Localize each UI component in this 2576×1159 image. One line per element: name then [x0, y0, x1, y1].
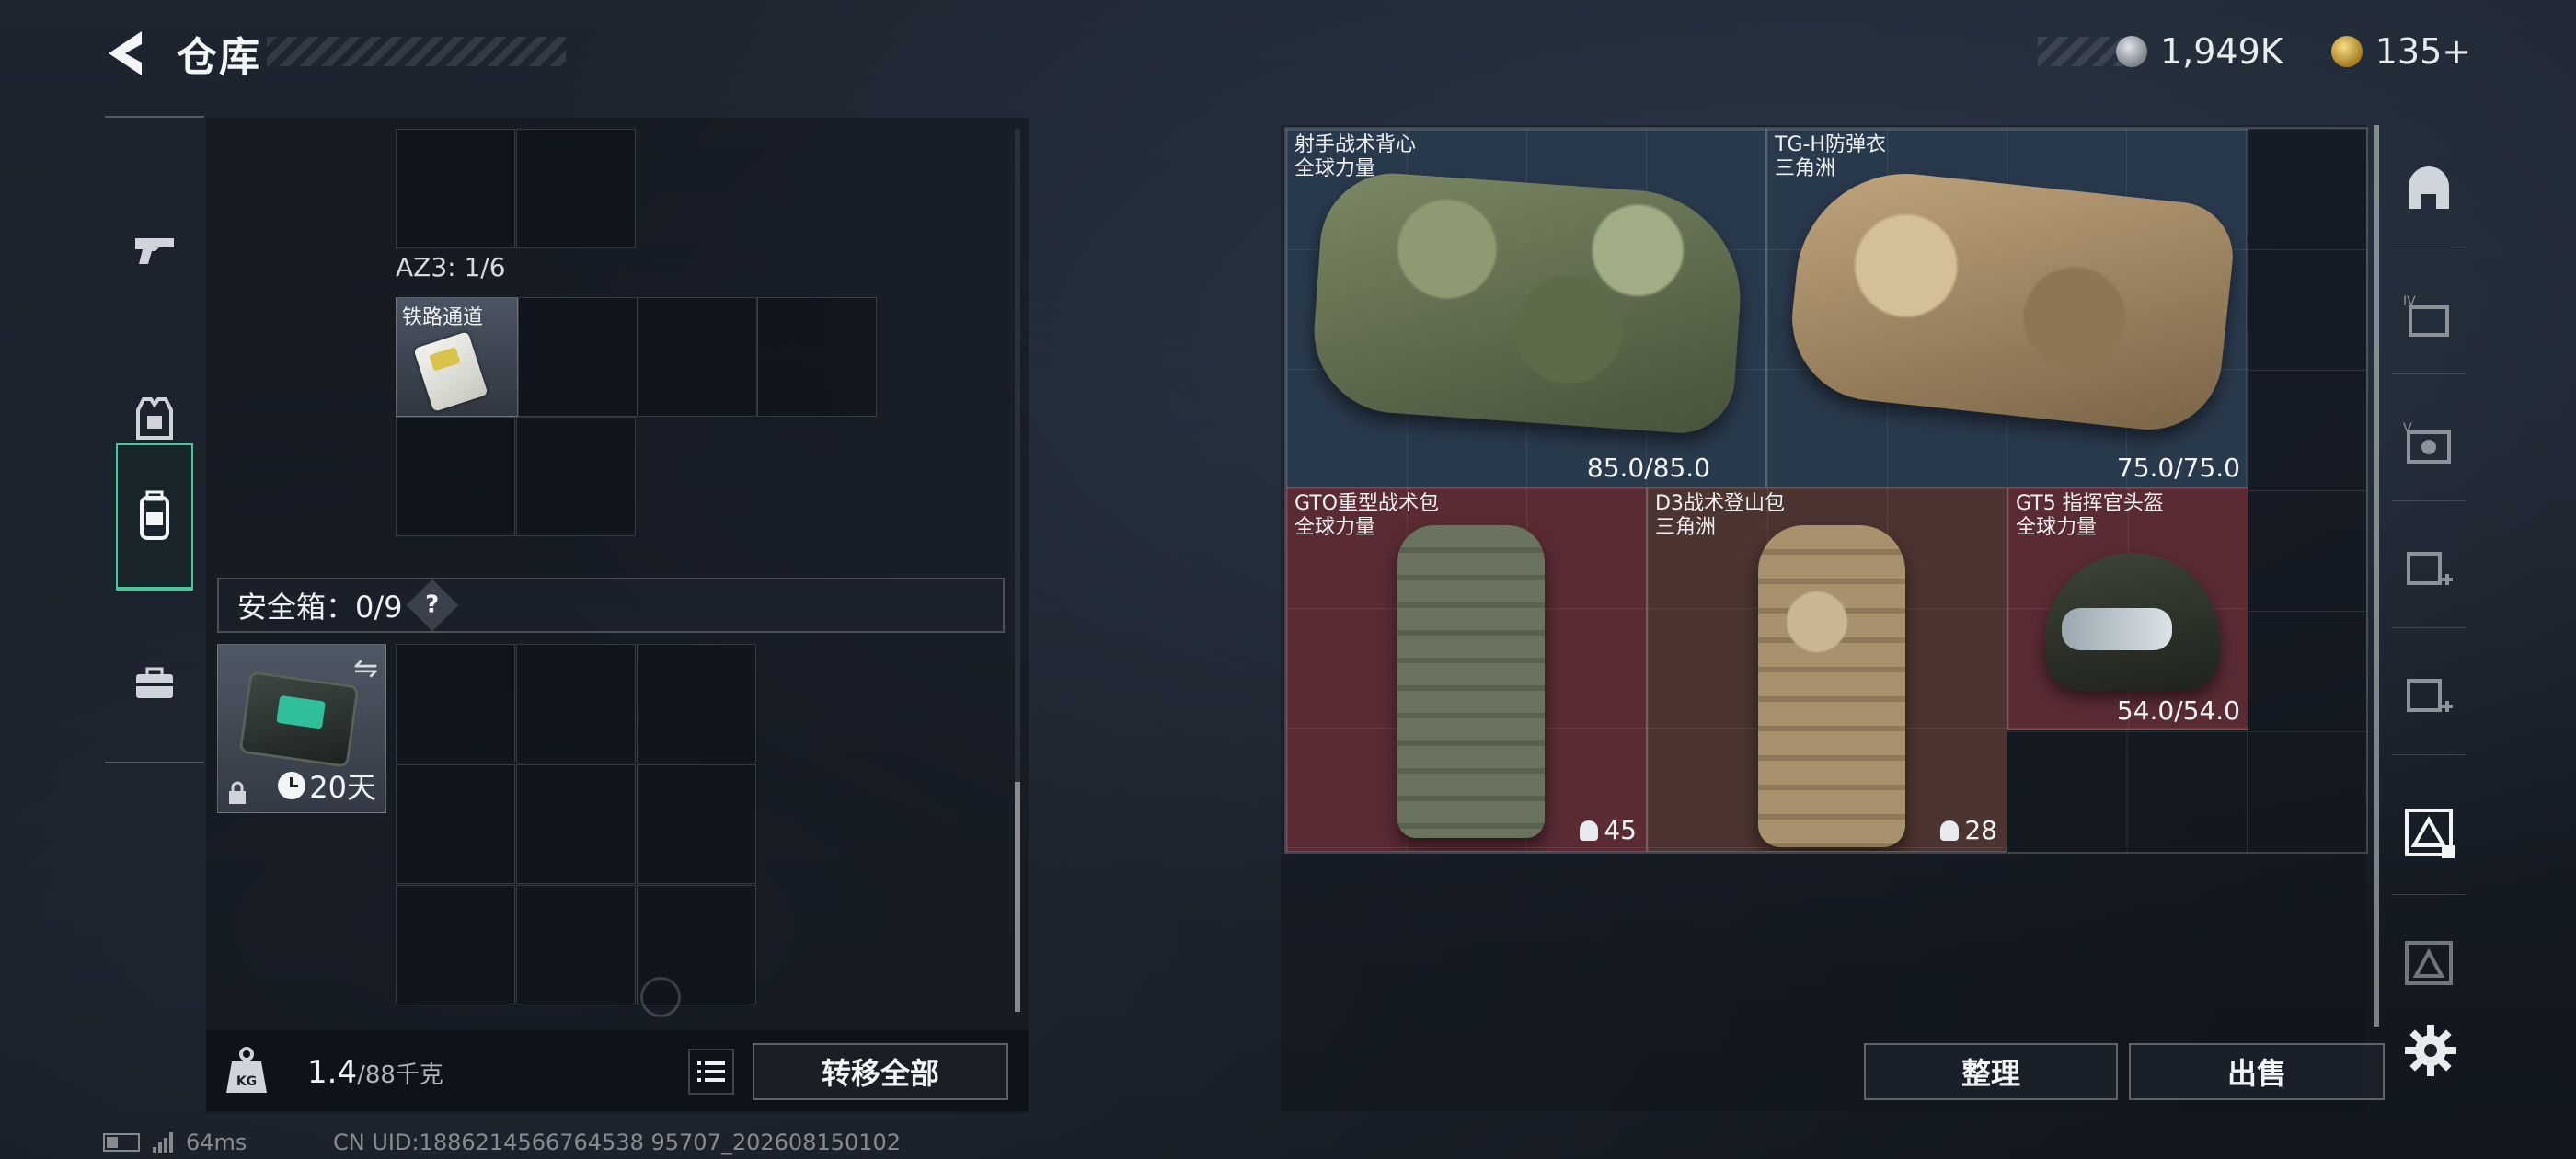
storage-scroll-thumb[interactable]	[1015, 782, 1020, 1012]
sort-button[interactable]: 整理	[1864, 1043, 2118, 1100]
grid-slot[interactable]	[637, 764, 756, 884]
lock-icon	[229, 781, 246, 804]
grid-slot[interactable]	[396, 129, 515, 248]
heavy-backpack-icon	[1397, 525, 1545, 838]
target-ring-icon	[640, 977, 681, 1017]
grid-slot[interactable]	[396, 764, 515, 884]
sidebar-item-chest-rig-slot[interactable]: V	[2392, 392, 2466, 493]
item-name: 射手战术背心 全球力量	[1294, 133, 1417, 180]
silver-coin-icon	[2116, 36, 2147, 67]
container-label: AZ3: 1/6	[396, 252, 506, 282]
pistol-icon	[135, 238, 174, 264]
weight-readout: 1.4/88千克	[307, 1054, 443, 1091]
capacity-icon	[1940, 820, 1960, 841]
equipment-item-vest[interactable]: 射手战术背心 全球力量 85.0/85.0	[1286, 129, 1766, 488]
status-bar: 64ms	[103, 1130, 247, 1155]
delta-case-icon	[2405, 941, 2453, 985]
grid-slot[interactable]	[516, 129, 636, 248]
item-durability: 75.0/75.0	[2116, 453, 2240, 483]
sidebar-item-delta-case-2[interactable]	[2392, 911, 2466, 1012]
backpack-icon	[140, 490, 169, 540]
currency-decoration	[2038, 37, 2122, 66]
silver-coin-amount: 1,949K	[2160, 31, 2283, 72]
keycard-icon	[413, 331, 489, 412]
item-name: GTO重型战术包 全球力量	[1294, 492, 1440, 539]
item-durability: 85.0/85.0	[1586, 453, 1710, 483]
item-capacity: 45	[1580, 815, 1637, 845]
delta-case-icon	[2405, 809, 2455, 858]
armor-vest-icon	[136, 397, 173, 440]
sidebar-item-weapons[interactable]	[105, 182, 204, 320]
chest-rig-slot-icon: V	[2403, 421, 2451, 464]
currency-bar: 1,949K 135+	[2116, 28, 2471, 75]
sidebar-item-add-slot-2[interactable]	[2392, 646, 2466, 747]
clock-icon	[278, 772, 306, 799]
safebox-timer: 20天	[278, 764, 376, 807]
safebox-label: 安全箱：0/9	[237, 590, 403, 625]
grid-slot[interactable]	[396, 417, 515, 536]
equipment-item-backpack-climbing[interactable]: D3战术登山包 三角洲 28	[1647, 488, 2007, 852]
svg-text:KG: KG	[236, 1074, 257, 1089]
grid-slot[interactable]	[757, 297, 877, 417]
tactical-vest-icon	[1308, 168, 1748, 437]
back-arrow-icon[interactable]	[101, 26, 156, 81]
uid-readout: CN UID:1886214566764538 95707_2026081501…	[333, 1130, 902, 1155]
body-armor-icon	[1784, 163, 2238, 437]
sidebar-item-armor-slot[interactable]: IV	[2392, 265, 2466, 366]
sidebar-item-backpack[interactable]	[116, 443, 193, 591]
grid-slot[interactable]	[516, 885, 636, 1004]
list-view-button[interactable]	[688, 1049, 734, 1095]
transfer-all-button[interactable]: 转移全部	[753, 1043, 1008, 1100]
add-slot-icon	[2407, 679, 2453, 712]
item-durability: 54.0/54.0	[2116, 695, 2240, 726]
grid-slot[interactable]	[638, 297, 757, 417]
armor-slot-icon: IV	[2403, 294, 2449, 337]
grid-slot[interactable]	[516, 417, 636, 536]
battery-icon	[103, 1133, 140, 1152]
helmet-icon	[2045, 553, 2220, 691]
sidebar-item-toolbox[interactable]	[105, 614, 204, 752]
sell-button[interactable]: 出售	[2129, 1043, 2385, 1100]
grid-slot[interactable]	[516, 764, 636, 884]
sidebar-item-helmet-slot[interactable]	[2392, 138, 2466, 239]
item-capacity: 28	[1940, 815, 1997, 845]
gold-coin-icon[interactable]	[2330, 36, 2363, 67]
item-name: TG-H防弹衣 三角洲	[1775, 133, 1886, 180]
inventory-item[interactable]: 铁路通道	[396, 297, 518, 417]
item-name: D3战术登山包 三角洲	[1655, 492, 1785, 539]
swap-icon[interactable]: ⇋	[353, 650, 378, 685]
title-decoration	[267, 37, 566, 66]
grid-slot[interactable]	[637, 644, 756, 763]
helmet-slot-icon	[2409, 166, 2449, 209]
help-icon[interactable]: ?	[406, 579, 458, 632]
equipment-item-helmet[interactable]: GT5 指挥官头盔 全球力量 54.0/54.0	[2007, 488, 2248, 730]
ping-readout: 64ms	[186, 1130, 247, 1155]
safebox-case-icon	[238, 671, 360, 768]
add-slot-icon	[2407, 552, 2453, 585]
safebox-header: 安全箱：0/9 ?	[217, 578, 1005, 633]
grid-slot[interactable]	[396, 885, 515, 1004]
briefcase-icon	[136, 667, 173, 698]
grid-slot[interactable]	[516, 644, 636, 763]
equipment-item-armor[interactable]: TG-H防弹衣 三角洲 75.0/75.0	[1766, 129, 2248, 488]
grid-slot[interactable]	[518, 297, 638, 417]
item-name: 铁路通道	[402, 306, 484, 329]
gold-coin-amount[interactable]: 135+	[2375, 31, 2471, 72]
signal-icon	[153, 1132, 173, 1153]
sidebar-item-add-slot-1[interactable]	[2392, 519, 2466, 620]
safebox-item[interactable]: ⇋ 20天	[217, 644, 386, 813]
equipment-scrollbar[interactable]	[2374, 125, 2379, 1027]
gear-icon[interactable]	[2401, 1021, 2460, 1080]
grid-slot[interactable]	[396, 644, 515, 763]
category-sidebar	[105, 116, 204, 763]
item-name: GT5 指挥官头盔 全球力量	[2016, 492, 2164, 539]
page-title: 仓库	[177, 34, 261, 81]
sidebar-item-delta-case[interactable]	[2392, 782, 2466, 883]
equipment-item-backpack-heavy[interactable]: GTO重型战术包 全球力量 45	[1286, 488, 1647, 852]
capacity-icon	[1580, 820, 1599, 841]
weight-kg-icon: KG	[226, 1047, 267, 1093]
climbing-backpack-icon	[1758, 525, 1905, 847]
list-icon	[697, 1061, 725, 1082]
